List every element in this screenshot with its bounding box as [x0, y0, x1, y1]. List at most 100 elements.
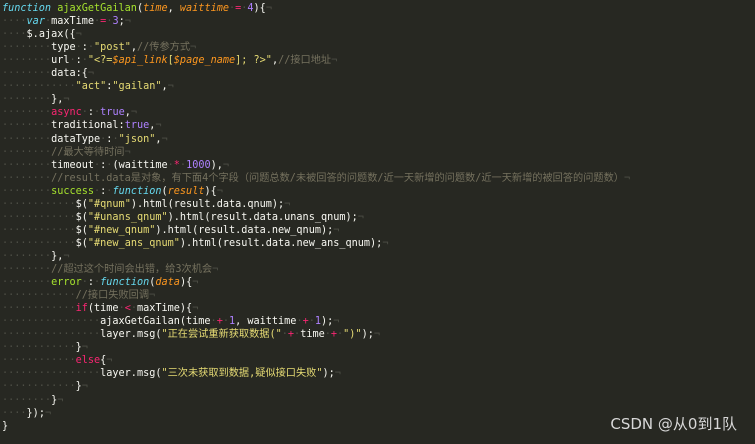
- code-line: ············}¬: [2, 380, 88, 393]
- code-token: ,: [167, 3, 180, 14]
- code-token: url: [51, 55, 70, 67]
- code-line: ············"act":"gailan",¬: [2, 80, 174, 93]
- code-token: });: [26, 407, 45, 419]
- code-token: ¬: [192, 277, 199, 289]
- code-token: "<?=: [87, 55, 113, 67]
- code-token: );: [321, 316, 334, 328]
- code-line: ········//最大等待时间¬: [2, 146, 131, 159]
- code-token: //超过这个时间会出错，给3次机会: [51, 264, 213, 275]
- code-token: ············: [2, 303, 76, 315]
- code-token: ············: [2, 81, 76, 93]
- code-token: $(: [75, 211, 88, 223]
- code-editor[interactable]: function ajaxGetGailan(time, waittime·=·…: [0, 0, 755, 444]
- code-token: ············: [2, 237, 76, 249]
- code-token: :{: [75, 68, 88, 80]
- code-line: function ajaxGetGailan(time, waittime·=·…: [2, 2, 272, 15]
- code-token: ¬: [44, 407, 52, 419]
- code-line: ········traditional:true,¬: [2, 119, 162, 132]
- code-token: function: [112, 185, 162, 197]
- code-line: ············else{¬: [2, 354, 112, 367]
- code-line: ············$("#new_qnum").html(result.d…: [2, 224, 339, 237]
- code-token: ).html(result.data.new_qnum);: [155, 224, 334, 236]
- code-token: ¬: [155, 120, 162, 132]
- code-token: ············: [2, 224, 76, 236]
- code-token: ········: [2, 250, 52, 262]
- code-token: true: [100, 107, 125, 119]
- code-token: ¬: [623, 172, 631, 184]
- code-line: ········url·:·"<?=$api_link[$page_name];…: [2, 54, 337, 67]
- code-token: (waittime: [112, 159, 168, 171]
- code-token: 1000: [186, 159, 211, 171]
- code-line: ········//超过这个时间会出错，给3次机会¬: [2, 263, 218, 276]
- code-token: ¬: [63, 250, 70, 262]
- code-line: ············$("#unans_qnum").html(result…: [2, 211, 364, 224]
- code-token: ¬: [57, 394, 64, 406]
- code-token: ············: [2, 355, 76, 367]
- code-token: ){: [253, 3, 266, 14]
- code-token: ············: [2, 290, 76, 302]
- code-token: ¬: [222, 159, 230, 171]
- code-token: $(: [75, 224, 88, 236]
- code-token: //result.data是对象，有下面4个字段（问题总数/未被回答的问题数/近…: [51, 172, 624, 184]
- code-token: ¬: [192, 303, 199, 315]
- code-token: maxTime){: [136, 303, 193, 315]
- code-line: ········success·:·function(result){¬: [2, 185, 223, 198]
- code-token: ¬: [81, 381, 88, 393]
- code-token: ¬: [124, 16, 131, 28]
- code-token: $(: [75, 198, 88, 210]
- code-token: ¬: [216, 185, 223, 197]
- code-token: ············: [2, 198, 76, 210]
- code-token: function: [100, 277, 150, 289]
- code-token: ····: [2, 29, 27, 41]
- code-token: waittime: [179, 3, 229, 14]
- code-token: ){: [179, 277, 193, 289]
- code-token: "正在尝试重新获取数据(": [161, 329, 282, 341]
- code-token: function: [2, 3, 58, 14]
- code-line: ············if(time·<·maxTime){¬: [2, 302, 198, 315]
- code-token: time: [143, 3, 168, 14]
- code-token: ········: [2, 185, 52, 197]
- code-token: ajaxGetGailan: [57, 3, 137, 14]
- code-line: ········async·:·true,¬: [2, 106, 137, 119]
- code-line: ········},¬: [2, 250, 70, 263]
- code-token: ················: [2, 316, 101, 328]
- code-token: ¬: [190, 42, 197, 54]
- code-token: layer.msg(: [100, 368, 162, 380]
- code-token: ········: [2, 55, 52, 67]
- code-token: ¬: [161, 133, 168, 145]
- code-token: ]; ?>": [235, 55, 272, 67]
- code-token: },: [51, 250, 64, 262]
- code-token: maxTime: [51, 16, 95, 28]
- code-token: }: [2, 420, 9, 432]
- code-token: "json": [118, 133, 156, 145]
- code-token: ajaxGetGailan(time: [100, 316, 211, 328]
- code-token: ············: [2, 211, 76, 223]
- code-token: timeout: [51, 159, 95, 171]
- code-token: );: [322, 368, 335, 380]
- code-line: ············//接口失败回调¬: [2, 289, 155, 302]
- code-token: ){: [204, 185, 217, 197]
- code-token: "#qnum": [87, 198, 131, 210]
- code-line: ········}¬: [2, 394, 63, 407]
- code-token: ¬: [382, 237, 389, 249]
- code-token: //接口失败回调: [75, 290, 150, 302]
- code-token: ¬: [284, 198, 291, 210]
- code-token: ")": [343, 329, 362, 341]
- code-token: data: [51, 68, 76, 80]
- code-token: ············: [2, 342, 76, 354]
- code-token: ········: [2, 277, 52, 289]
- code-token: ········: [2, 159, 52, 171]
- code-line: ········},¬: [2, 93, 70, 106]
- code-token: ¬: [87, 68, 95, 80]
- code-token: //接口地址: [278, 55, 332, 67]
- code-token: //最大等待时间: [51, 146, 125, 158]
- code-token: ¬: [357, 211, 364, 223]
- code-token: $page_name: [173, 55, 236, 67]
- code-token: $.ajax({: [26, 29, 76, 41]
- code-token: traditional: [51, 120, 119, 132]
- code-token: ········: [2, 42, 52, 54]
- code-token: ).html(result.data.new_ans_qnum);: [179, 237, 383, 249]
- code-token: ········: [2, 68, 52, 80]
- code-token: ).html(result.data.unans_qnum);: [167, 211, 358, 223]
- code-token: ¬: [212, 264, 219, 275]
